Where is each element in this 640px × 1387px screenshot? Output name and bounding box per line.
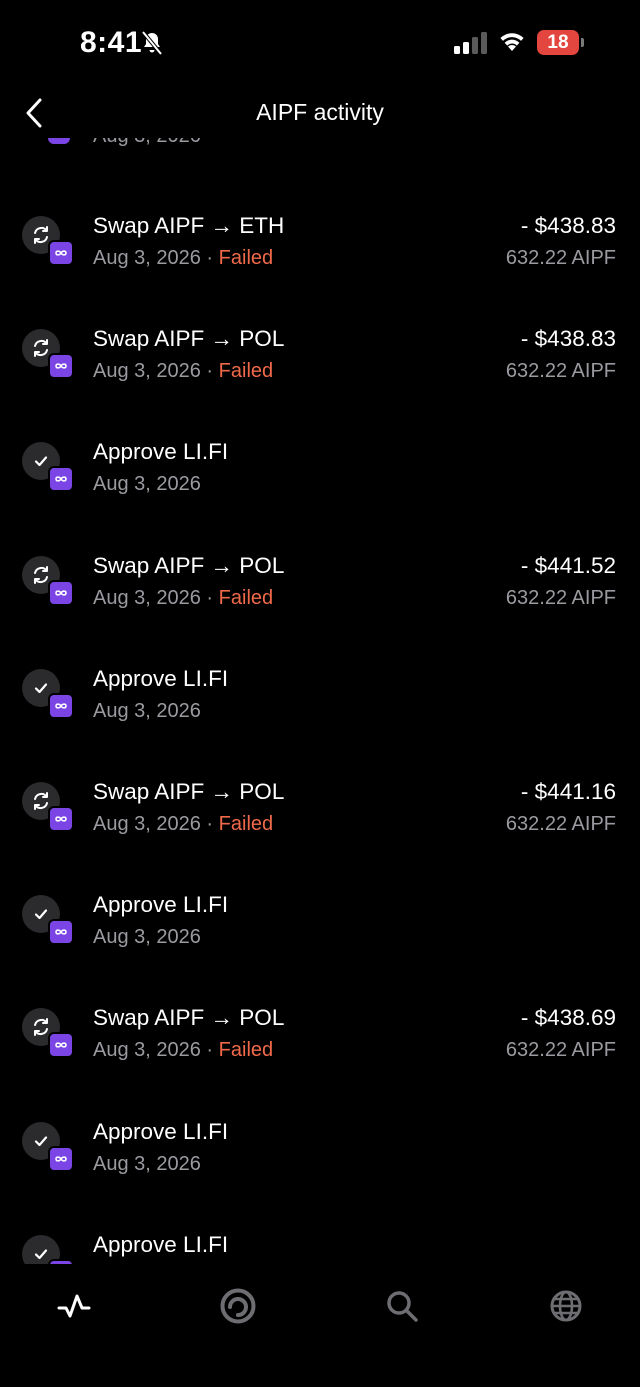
activity-icon — [57, 1294, 91, 1318]
search-icon — [387, 1291, 418, 1322]
status-failed: Failed — [218, 1039, 274, 1062]
swap-transaction-row[interactable]: Swap AIPF → POL Aug 3, 2026 · Failed - $44… — [0, 769, 640, 882]
transaction-date: Aug 3, 2026 — [93, 1152, 201, 1175]
separator: · — [200, 1039, 219, 1062]
page-title: AIPF activity — [256, 99, 384, 125]
approve-transaction-row[interactable]: Approve LI.FI Aug 3, 2026 — [0, 882, 640, 995]
status-time: 8:41 — [80, 26, 143, 59]
transaction-amount-token: 632.22 AIPF — [505, 586, 616, 609]
chain-badge-icon — [48, 466, 74, 493]
status-failed: Failed — [218, 247, 274, 269]
swap-transaction-row[interactable]: Swap AIPF → ETH Aug 3, 2026 · Failed - $43… — [0, 203, 640, 316]
status-failed: Failed — [218, 360, 274, 383]
tab-portfolio[interactable] — [218, 1286, 258, 1326]
transaction-subtitle: Aug 3, 2026 — [93, 473, 201, 496]
transaction-date: Aug 3, 2026 — [93, 699, 201, 722]
transaction-icon — [22, 668, 74, 719]
chain-badge-icon — [48, 1032, 74, 1059]
separator: · — [200, 360, 219, 383]
transaction-subtitle: Aug 3, 2026 · Failed — [93, 360, 273, 383]
transaction-amount-token: 632.22 AIPF — [505, 813, 616, 835]
transaction-amount-usd: - $441.16 — [520, 779, 616, 804]
page-header: AIPF activity — [0, 88, 640, 138]
transaction-subtitle: Aug 3, 2026 · Failed — [93, 1039, 273, 1062]
approve-transaction-row[interactable]: Approve LI.FI Aug 3, 2026 — [0, 429, 640, 542]
transaction-subtitle: Aug 3, 2026 — [93, 700, 201, 723]
portfolio-icon — [220, 1288, 256, 1324]
battery-level: 18 — [537, 30, 579, 55]
transaction-date: Aug 3, 2026 — [93, 926, 201, 949]
chain-badge-icon — [48, 806, 74, 832]
tab-globe[interactable] — [546, 1286, 586, 1326]
transaction-amount-usd: - $438.83 — [520, 213, 616, 238]
transaction-title: Swap AIPF → POL — [93, 1005, 285, 1031]
status-failed: Failed — [218, 813, 274, 835]
status-bar: 8:41 18 — [0, 0, 640, 88]
chain-badge-icon — [48, 919, 74, 946]
transaction-title: Approve LI.FI — [93, 1231, 229, 1257]
swap-transaction-row[interactable]: Swap AIPF → POL Aug 3, 2026 · Failed - $44… — [0, 543, 640, 656]
transaction-amount-usd: - $438.83 — [520, 326, 616, 352]
approve-transaction-row[interactable]: Approve LI.FI Aug 3, 2026 — [0, 1109, 640, 1222]
chain-badge-icon — [48, 240, 74, 266]
transaction-title: Approve LI.FI — [93, 439, 229, 465]
transaction-date: Aug 3, 2026 — [93, 473, 201, 496]
transaction-subtitle: Aug 3, 2026 — [93, 1153, 201, 1176]
tab-search[interactable] — [382, 1286, 422, 1326]
chain-badge-icon — [48, 138, 70, 144]
transaction-date: Aug 3, 2026 — [93, 586, 201, 609]
status-failed: Failed — [218, 586, 274, 609]
transaction-title: Approve LI.FI — [93, 665, 229, 691]
cellular-signal-icon — [454, 32, 487, 54]
transaction-amount-usd: - $441.52 — [520, 552, 616, 578]
transaction-date: Aug 3, 2026 — [93, 813, 201, 835]
transaction-amount-token: 632.22 AIPF — [505, 1039, 616, 1062]
separator: · — [200, 813, 219, 835]
transaction-title: Approve LI.FI — [93, 892, 229, 918]
transaction-amount-token: 632.22 AIPF — [505, 360, 616, 383]
battery-tip — [581, 38, 584, 47]
transaction-title: Swap AIPF → POL — [93, 326, 285, 352]
transaction-icon — [22, 329, 74, 380]
transaction-icon — [22, 216, 74, 266]
transaction-icon — [22, 442, 74, 493]
transaction-icon — [22, 1008, 74, 1059]
transaction-amount-token: 632.22 AIPF — [505, 247, 616, 269]
transaction-icon — [22, 1234, 74, 1264]
transaction-date: Aug 3, 2026 — [93, 138, 201, 148]
transaction-title: Swap AIPF → POL — [93, 552, 285, 578]
wifi-icon — [500, 33, 524, 51]
separator: · — [200, 586, 219, 609]
tab-activity[interactable] — [54, 1286, 94, 1326]
approve-transaction-row[interactable]: Approve LI.FI Aug 3, 2026 — [0, 656, 640, 769]
transaction-title: Swap AIPF → ETH — [93, 213, 285, 238]
bell-slash-icon — [141, 30, 163, 56]
transaction-amount-usd: - $438.69 — [520, 1005, 616, 1031]
chain-badge-icon — [48, 692, 74, 719]
transaction-title: Approve LI.FI — [93, 1118, 229, 1144]
transaction-date: Aug 3, 2026 — [93, 247, 201, 269]
transaction-subtitle: Aug 3, 2026 · Failed — [93, 587, 273, 610]
swap-transaction-row[interactable]: Swap AIPF → POL Aug 3, 2026 · Failed - $43… — [0, 995, 640, 1108]
chain-badge-icon — [48, 579, 74, 606]
activity-list[interactable]: Aug 3, 2026 Swap AIPF → ETH Aug 3, 2026 ·… — [0, 138, 640, 1264]
transaction-icon — [22, 555, 74, 606]
chain-badge-icon — [48, 353, 74, 380]
transaction-icon — [22, 782, 74, 832]
transaction-subtitle: Aug 3, 2026 · Failed — [93, 813, 273, 836]
transaction-subtitle: Aug 3, 2026 — [93, 926, 201, 949]
approve-transaction-row[interactable]: Approve LI.FI — [0, 1222, 640, 1264]
transaction-icon — [22, 895, 74, 946]
transaction-date: Aug 3, 2026 — [93, 1039, 201, 1062]
separator: · — [200, 247, 219, 269]
transaction-subtitle: Aug 3, 2026 · Failed — [93, 247, 273, 270]
globe-icon — [550, 1290, 582, 1322]
transaction-date: Aug 3, 2026 — [93, 360, 201, 383]
transaction-icon — [22, 1121, 74, 1172]
transaction-title: Swap AIPF → POL — [93, 779, 285, 804]
swap-transaction-row[interactable]: Swap AIPF → POL Aug 3, 2026 · Failed - $43… — [0, 316, 640, 429]
tab-bar — [0, 1264, 640, 1387]
chain-badge-icon — [48, 1145, 74, 1172]
